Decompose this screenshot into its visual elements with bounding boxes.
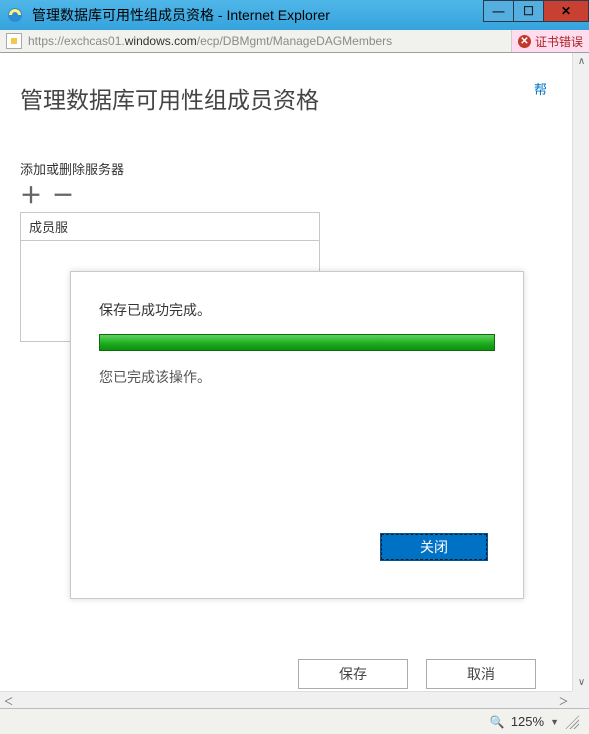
page-title: 管理数据库可用性组成员资格 [20,81,552,115]
vertical-scrollbar[interactable]: ∧ ∨ [572,53,589,691]
url-prefix: https://exchcas01. [28,34,125,48]
member-list-header: 成员服 [21,213,319,241]
maximize-button[interactable]: ☐ [513,0,543,22]
minimize-button[interactable]: — [483,0,513,22]
help-link[interactable]: 帮 [534,79,547,98]
window-titlebar: 管理数据库可用性组成员资格 - Internet Explorer — ☐ ✕ [0,0,589,30]
list-toolbar: ＋ － [20,186,552,206]
add-button[interactable]: ＋ [20,186,40,206]
scroll-left-icon[interactable]: ＜ [0,692,17,709]
cancel-button[interactable]: 取消 [426,659,536,689]
status-bar: 🔍 125% ▼ [0,708,589,734]
scroll-corner [572,691,589,708]
scroll-right-icon[interactable]: ＞ [555,692,572,709]
scroll-up-icon[interactable]: ∧ [573,53,589,70]
save-complete-dialog: 保存已成功完成。 您已完成该操作。 关闭 [70,271,524,599]
bottom-actions: 保存 取消 [298,659,536,689]
dialog-close-button[interactable]: 关闭 [381,534,487,560]
remove-button[interactable]: － [52,186,72,206]
save-button[interactable]: 保存 [298,659,408,689]
url-path: /ecp/DBMgmt/ManageDAGMembers [197,34,392,48]
window-controls: — ☐ ✕ [483,0,589,22]
zoom-icon[interactable]: 🔍 [490,715,505,729]
url-text[interactable]: https://exchcas01.windows.com/ecp/DBMgmt… [28,34,511,48]
viewport: 帮 管理数据库可用性组成员资格 添加或删除服务器 ＋ － 成员服 保存 取消 保… [0,53,589,708]
section-label: 添加或删除服务器 [20,159,552,178]
ie-icon [6,6,24,24]
cert-error-text: 证书错误 [535,33,583,50]
zoom-dropdown-icon[interactable]: ▼ [550,717,559,727]
progress-bar [99,334,495,351]
scroll-down-icon[interactable]: ∨ [573,674,589,691]
dialog-title: 保存已成功完成。 [99,300,495,320]
resize-grip-icon[interactable] [565,715,579,729]
horizontal-scrollbar[interactable]: ＜ ＞ [0,691,572,708]
window-title: 管理数据库可用性组成员资格 - Internet Explorer [32,5,330,25]
address-bar: https://exchcas01.windows.com/ecp/DBMgmt… [0,30,589,53]
cert-error-badge[interactable]: ✕ 证书错误 [511,30,589,52]
dialog-body: 您已完成该操作。 [99,367,495,387]
url-domain: windows.com [125,34,197,48]
window-close-button[interactable]: ✕ [543,0,589,22]
error-icon: ✕ [518,35,531,48]
page-icon [6,33,22,49]
zoom-level[interactable]: 125% [511,714,544,729]
